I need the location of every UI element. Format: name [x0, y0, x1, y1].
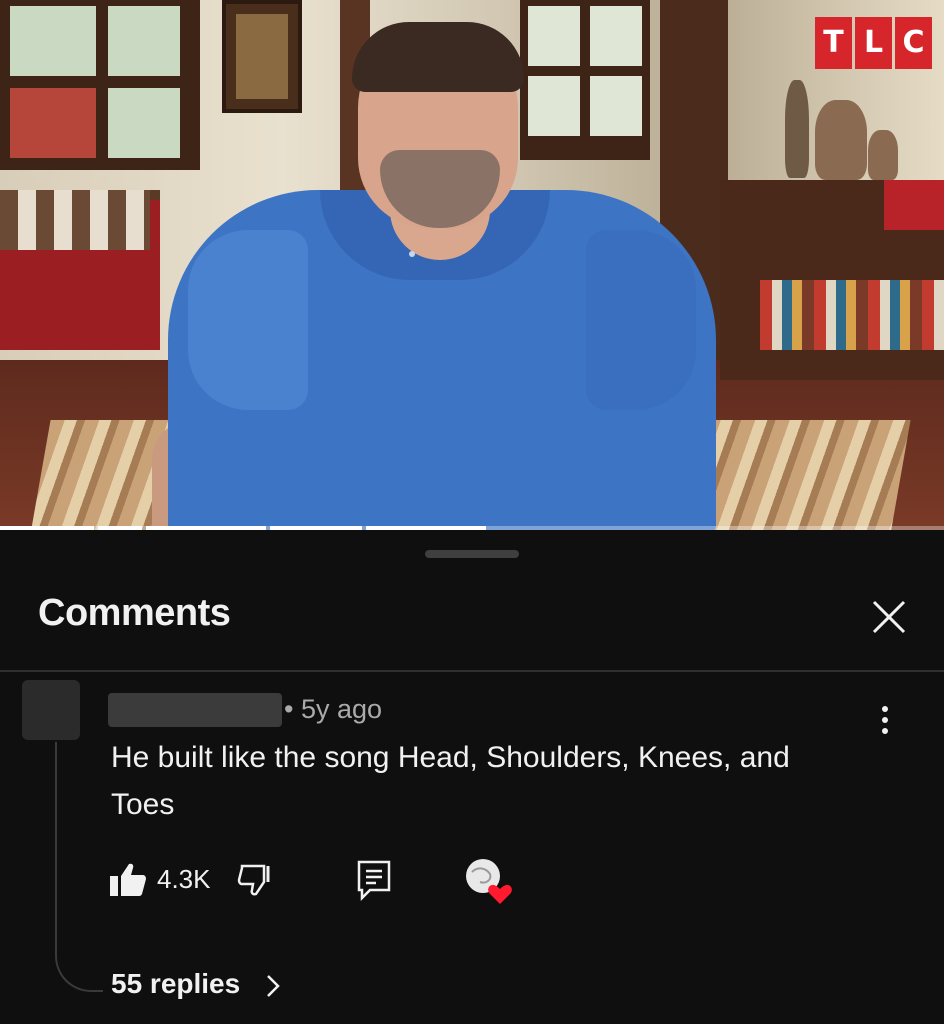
replies-button[interactable]: 55 replies [111, 968, 240, 1000]
logo-letter: C [895, 17, 932, 69]
avatar[interactable] [22, 680, 80, 740]
vase [785, 80, 809, 178]
like-icon[interactable] [108, 860, 148, 900]
more-vert-icon[interactable] [870, 700, 900, 740]
close-icon[interactable] [866, 594, 912, 640]
video-player[interactable]: T L C [0, 0, 944, 530]
comments-sheet: Comments • 5y ago He built like the song… [0, 530, 944, 1024]
chevron-right-icon[interactable] [262, 972, 284, 1000]
tlc-logo: T L C [815, 17, 932, 69]
comment-text: He built like the song Head, Shoulders, … [111, 741, 790, 821]
background-window [0, 0, 200, 170]
comment-meta: • 5y ago [284, 694, 383, 724]
dislike-icon[interactable] [236, 860, 276, 900]
reply-thread-line [55, 742, 103, 992]
vase [815, 100, 867, 180]
bookshelf [760, 280, 944, 350]
wall-painting [222, 0, 302, 113]
like-count: 4.3K [157, 864, 211, 894]
drag-handle[interactable] [425, 550, 519, 558]
sofa-back [0, 190, 150, 250]
logo-letter: L [855, 17, 892, 69]
sheet-divider [0, 670, 944, 672]
comments-title: Comments [38, 592, 231, 634]
creator-heart-icon [466, 859, 512, 904]
comment-actions: 4.3K [108, 856, 628, 906]
reply-icon[interactable] [354, 858, 394, 902]
person-hair [352, 22, 524, 92]
logo-letter: T [815, 17, 852, 69]
vase [868, 130, 898, 180]
shirt-button [409, 251, 415, 257]
comment-author-redacted[interactable] [108, 693, 282, 727]
decor-box [884, 180, 944, 230]
background-window-right [520, 0, 650, 160]
